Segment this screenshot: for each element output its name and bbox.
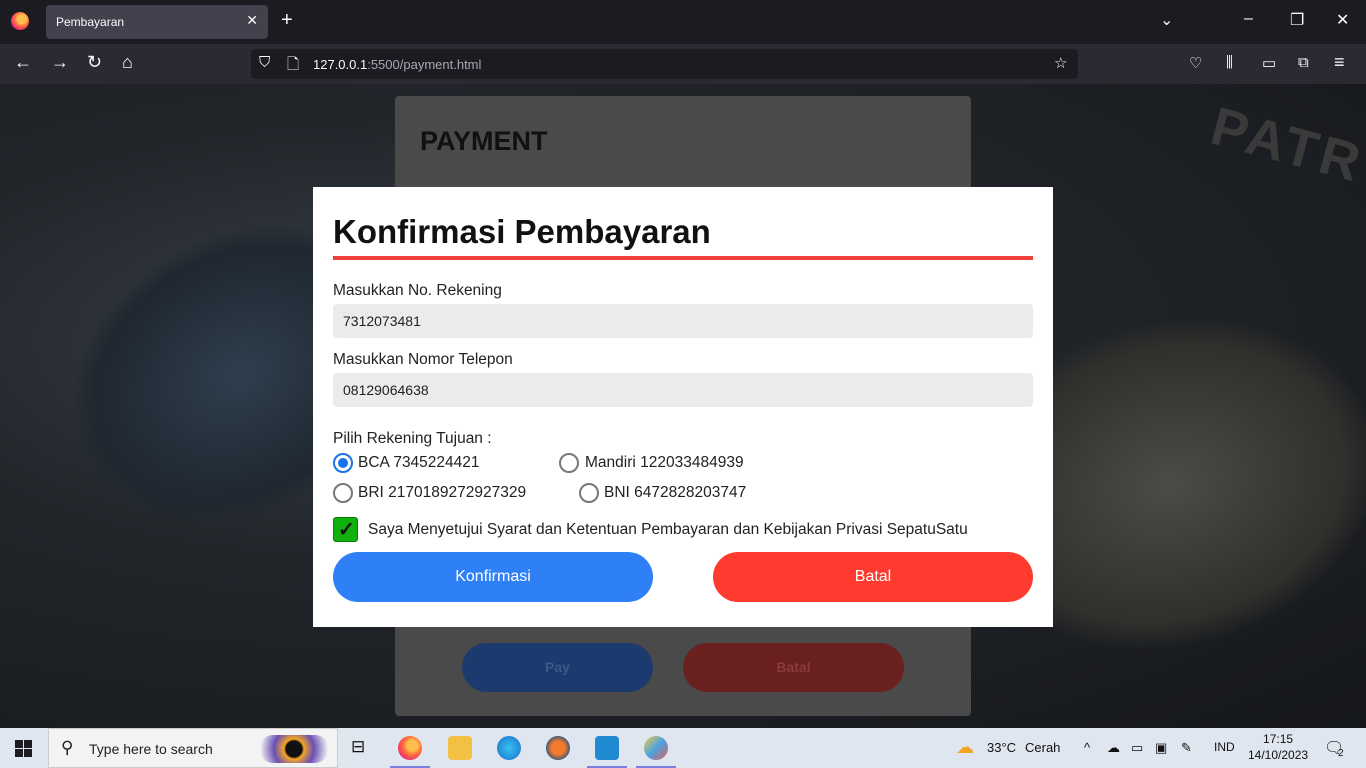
confirm-button[interactable]: Konfirmasi bbox=[333, 552, 653, 602]
radio-mandiri[interactable] bbox=[559, 453, 579, 473]
radio-bni[interactable] bbox=[579, 483, 599, 503]
battery-icon[interactable]: ▭ bbox=[1131, 740, 1143, 756]
taskbar: ⚲ Type here to search ⊟ ☁ 33°C Cerah ^ ☁… bbox=[0, 728, 1366, 768]
cancel-button[interactable]: Batal bbox=[713, 552, 1033, 602]
windows-start-icon[interactable] bbox=[15, 740, 32, 757]
reload-icon[interactable]: ↻ bbox=[87, 52, 102, 73]
restore-icon[interactable]: ❐ bbox=[1290, 10, 1304, 30]
clock-time: 17:15 bbox=[1263, 732, 1294, 746]
pen-icon[interactable]: ✎ bbox=[1181, 740, 1192, 756]
minimize-icon[interactable]: – bbox=[1244, 10, 1253, 28]
radio-bri-label[interactable]: BRI 2170189272927329 bbox=[358, 484, 526, 502]
clock[interactable]: 17:15 14/10/2023 bbox=[1248, 731, 1308, 763]
radio-bca-label[interactable]: BCA 7345224421 bbox=[358, 454, 480, 472]
library-icon[interactable]: ⫼ bbox=[1226, 54, 1233, 71]
weather-desc[interactable]: Cerah bbox=[1025, 740, 1060, 755]
url-text[interactable]: 127.0.0.1:5500/payment.html bbox=[313, 57, 481, 72]
bookmark-star-icon[interactable]: ☆ bbox=[1054, 54, 1067, 72]
new-tab-icon[interactable]: + bbox=[281, 9, 293, 32]
account-number-label: Masukkan No. Rekening bbox=[333, 282, 502, 299]
tab-title: Pembayaran bbox=[56, 15, 125, 29]
page-icon[interactable]: 🗋 bbox=[287, 54, 299, 79]
clock-date: 14/10/2023 bbox=[1248, 748, 1309, 762]
confirmation-modal: Konfirmasi Pembayaran Masukkan No. Reken… bbox=[313, 187, 1053, 627]
back-icon[interactable]: ← bbox=[14, 52, 32, 73]
radio-bri[interactable] bbox=[333, 483, 353, 503]
phone-number-label: Masukkan Nomor Telepon bbox=[333, 351, 513, 368]
menu-icon[interactable]: ≡ bbox=[1334, 52, 1345, 73]
search-highlight-image bbox=[259, 735, 329, 763]
payment-title: PAYMENT bbox=[420, 126, 548, 156]
weather-icon[interactable]: ☁ bbox=[956, 737, 974, 758]
url-bar[interactable]: ⛉ 🗋 127.0.0.1:5500/payment.html ☆ bbox=[251, 49, 1078, 79]
weather-temp[interactable]: 33°C bbox=[987, 740, 1016, 755]
agree-label[interactable]: Saya Menyetujui Syarat dan Ketentuan Pem… bbox=[368, 521, 968, 539]
language-indicator[interactable]: IND bbox=[1214, 740, 1235, 754]
title-divider bbox=[333, 256, 1033, 260]
firefox-taskbar-icon[interactable] bbox=[398, 736, 422, 760]
search-icon: ⚲ bbox=[61, 738, 74, 757]
firefox-icon bbox=[11, 12, 29, 30]
modal-title: Konfirmasi Pembayaran bbox=[333, 213, 711, 250]
background-watermark: PATR bbox=[1204, 95, 1366, 195]
notification-count: 2 bbox=[1338, 748, 1344, 759]
pocket-icon[interactable]: ♡ bbox=[1189, 54, 1202, 72]
phone-number-input[interactable] bbox=[333, 373, 1033, 407]
account-number-input[interactable] bbox=[333, 304, 1033, 338]
browser-nav-bar: ← → ↻ ⌂ ⛉ 🗋 127.0.0.1:5500/payment.html … bbox=[0, 44, 1366, 84]
search-placeholder: Type here to search bbox=[89, 741, 213, 757]
shield-icon[interactable]: ⛉ bbox=[259, 54, 270, 71]
radio-bca[interactable] bbox=[333, 453, 353, 473]
destination-account-label: Pilih Rekening Tujuan : bbox=[333, 430, 492, 447]
sidebar-icon[interactable]: ▭ bbox=[1262, 54, 1276, 72]
checkmark-icon: ✓ bbox=[338, 519, 355, 541]
taskbar-search[interactable]: ⚲ Type here to search bbox=[48, 728, 338, 768]
payment-cancel-button[interactable]: Batal bbox=[683, 643, 904, 692]
radio-mandiri-label[interactable]: Mandiri 122033484939 bbox=[585, 454, 744, 472]
tab-pembayaran[interactable]: Pembayaran ✕ bbox=[46, 5, 268, 39]
task-view-icon[interactable]: ⊟ bbox=[351, 737, 365, 757]
close-tab-icon[interactable]: ✕ bbox=[246, 12, 258, 29]
close-window-icon[interactable]: ✕ bbox=[1336, 10, 1349, 30]
blender-icon[interactable] bbox=[546, 736, 570, 760]
extensions-icon[interactable]: ⧉ bbox=[1298, 54, 1309, 71]
browser-tab-bar: Pembayaran ✕ + ⌄ – ❐ ✕ bbox=[0, 0, 1366, 44]
pay-button[interactable]: Pay bbox=[462, 643, 653, 692]
edge-icon[interactable] bbox=[497, 736, 521, 760]
vscode-icon[interactable] bbox=[595, 736, 619, 760]
radio-bni-label[interactable]: BNI 6472828203747 bbox=[604, 484, 746, 502]
file-explorer-icon[interactable] bbox=[448, 736, 472, 760]
network-icon[interactable]: ▣ bbox=[1155, 740, 1167, 756]
tab-list-icon[interactable]: ⌄ bbox=[1160, 10, 1173, 30]
page-viewport: PATR PAYMENT Pay Batal Konfirmasi Pembay… bbox=[0, 84, 1366, 728]
forward-icon[interactable]: → bbox=[51, 52, 69, 73]
paint-icon[interactable] bbox=[644, 736, 668, 760]
tray-chevron-icon[interactable]: ^ bbox=[1084, 740, 1090, 755]
agree-checkbox[interactable]: ✓ bbox=[333, 517, 358, 542]
onedrive-icon[interactable]: ☁ bbox=[1107, 740, 1120, 756]
home-icon[interactable]: ⌂ bbox=[122, 52, 133, 73]
